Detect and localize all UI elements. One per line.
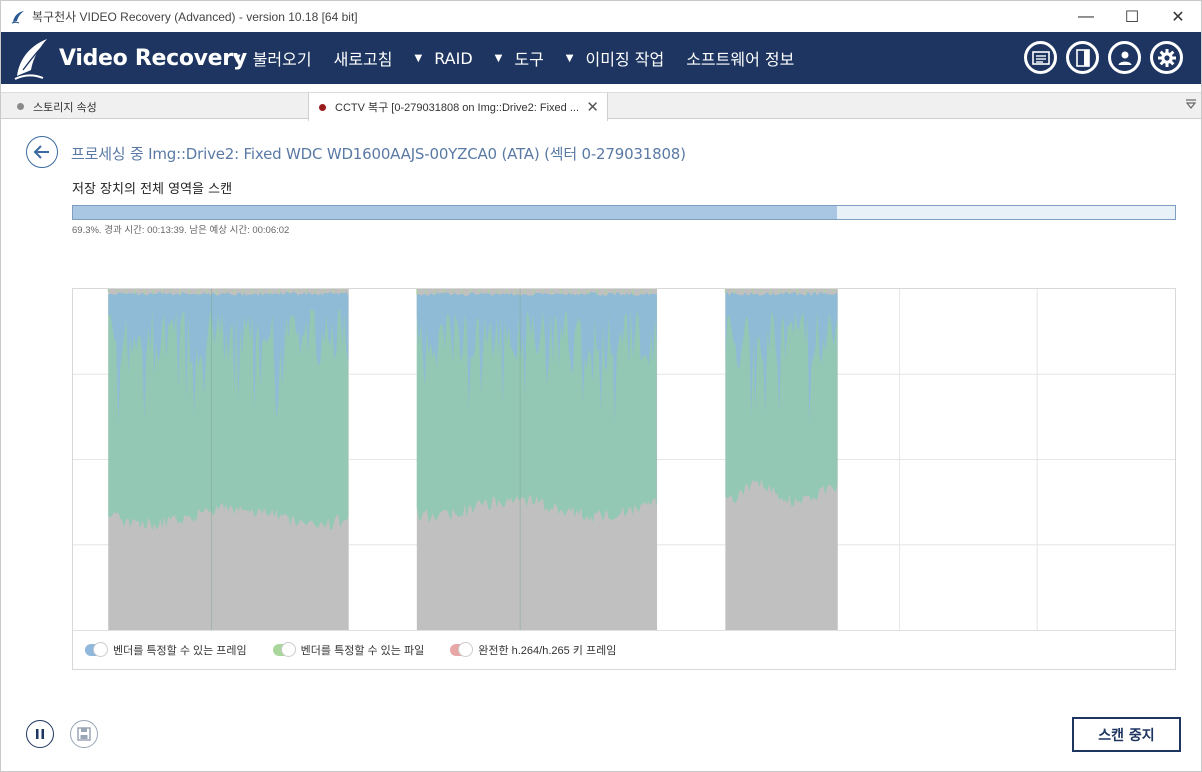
tab-list-menu[interactable] (1185, 98, 1197, 113)
toggle-frames[interactable] (85, 642, 108, 657)
caret-down-icon: ▼ (233, 52, 241, 64)
pause-button[interactable] (26, 720, 54, 748)
tab-storage-properties[interactable]: 스토리지 속성 (1, 93, 306, 120)
user-button[interactable] (1108, 41, 1141, 74)
nav-load[interactable]: ▼ 불러오기 (233, 46, 312, 70)
caret-down-icon: ▼ (565, 52, 574, 64)
window-controls: — ☐ ✕ (1063, 1, 1201, 32)
legend-divider (73, 630, 1175, 631)
chart-legend: 벤더를 특정할 수 있는 프레임 벤더를 특정할 수 있는 파일 완전한 h.2… (85, 642, 642, 658)
nav-tools[interactable]: ▼ 도구 (495, 46, 544, 70)
legend-label: 벤더를 특정할 수 있는 파일 (300, 645, 425, 657)
nav-about-label: 소프트웨어 정보 (686, 50, 795, 69)
tab-status-dot (319, 103, 326, 111)
main-nav: ▼ 불러오기 새로고침 ▼ RAID ▼ 도구 ▼ 이미징 작업 소프트웨어 정… (233, 32, 816, 84)
nav-imaging[interactable]: ▼ 이미징 작업 (566, 46, 664, 70)
app-logo-icon (11, 10, 24, 24)
log-icon (1031, 50, 1050, 65)
save-icon (77, 727, 91, 741)
legend-keyframes[interactable]: 완전한 h.264/h.265 키 프레임 (450, 642, 616, 658)
stop-scan-button[interactable]: 스캔 중지 (1072, 717, 1181, 752)
arrow-left-icon (33, 145, 49, 159)
tab-bar: 스토리지 속성 CCTV 복구 [0-279031808 on Img::Dri… (1, 92, 1201, 121)
toggle-keyframes[interactable] (450, 642, 474, 657)
panel-button[interactable] (1066, 41, 1099, 74)
tab-close-icon[interactable]: ✕ (586, 98, 599, 116)
nav-raid-label: RAID (434, 48, 473, 68)
pause-icon (36, 729, 44, 739)
legend-label: 벤더를 특정할 수 있는 프레임 (113, 645, 247, 657)
tab-label: 스토리지 속성 (33, 101, 97, 114)
header-icon-bar (1015, 41, 1183, 74)
log-button[interactable] (1024, 41, 1057, 74)
brand-name: Video Recovery (59, 46, 247, 71)
legend-label: 완전한 h.264/h.265 키 프레임 (478, 645, 617, 657)
nav-refresh-label: 새로고침 (333, 50, 393, 69)
title-bar: 복구천사 VIDEO Recovery (Advanced) - version… (1, 1, 1201, 32)
caret-down-icon: ▼ (494, 52, 503, 64)
scan-description: 저장 장치의 전체 영역을 스캔 (72, 182, 233, 197)
app-header: Video Recovery ▼ 불러오기 새로고침 ▼ RAID ▼ 도구 ▼… (1, 32, 1201, 84)
process-title: 프로세싱 중 Img::Drive2: Fixed WDC WD1600AAJS… (71, 145, 686, 163)
nav-raid[interactable]: ▼ RAID (414, 49, 472, 68)
nav-refresh[interactable]: 새로고침 (334, 46, 393, 70)
caret-down-icon: ▼ (414, 52, 423, 64)
nav-tools-label: 도구 (514, 50, 544, 69)
close-button[interactable]: ✕ (1155, 1, 1201, 32)
gear-icon (1157, 48, 1176, 67)
legend-files[interactable]: 벤더를 특정할 수 있는 파일 (272, 642, 425, 658)
scan-chart: 벤더를 특정할 수 있는 프레임 벤더를 특정할 수 있는 파일 완전한 h.2… (72, 288, 1176, 670)
tab-menu-icon (1185, 99, 1197, 109)
legend-frames[interactable]: 벤더를 특정할 수 있는 프레임 (85, 642, 247, 658)
settings-button[interactable] (1150, 41, 1183, 74)
brand-logo-icon (14, 39, 47, 80)
progress-status-text: 69.3%. 경과 시간: 00:13:39. 남은 예상 시간: 00:06:… (72, 225, 290, 236)
tab-status-dot (17, 103, 24, 110)
nav-imaging-label: 이미징 작업 (585, 50, 665, 69)
nav-about[interactable]: 소프트웨어 정보 (686, 46, 794, 70)
toggle-files[interactable] (272, 642, 296, 657)
maximize-button[interactable]: ☐ (1109, 1, 1155, 32)
panel-icon (1075, 48, 1090, 67)
nav-load-label: 불러오기 (252, 50, 312, 69)
back-button[interactable] (26, 136, 58, 168)
save-button[interactable] (70, 720, 98, 748)
minimize-button[interactable]: — (1063, 1, 1109, 32)
user-icon (1118, 51, 1131, 65)
tab-label: CCTV 복구 [0-279031808 on Img::Drive2: Fix… (335, 102, 580, 114)
window-title: 복구천사 VIDEO Recovery (Advanced) - version… (32, 10, 358, 24)
scan-chart-svg (73, 289, 1175, 630)
app-window: 복구천사 VIDEO Recovery (Advanced) - version… (0, 0, 1202, 772)
progress-fill (73, 206, 837, 219)
scan-progress-bar (72, 205, 1176, 220)
tab-cctv-recovery[interactable]: CCTV 복구 [0-279031808 on Img::Drive2: Fix… (308, 93, 608, 121)
